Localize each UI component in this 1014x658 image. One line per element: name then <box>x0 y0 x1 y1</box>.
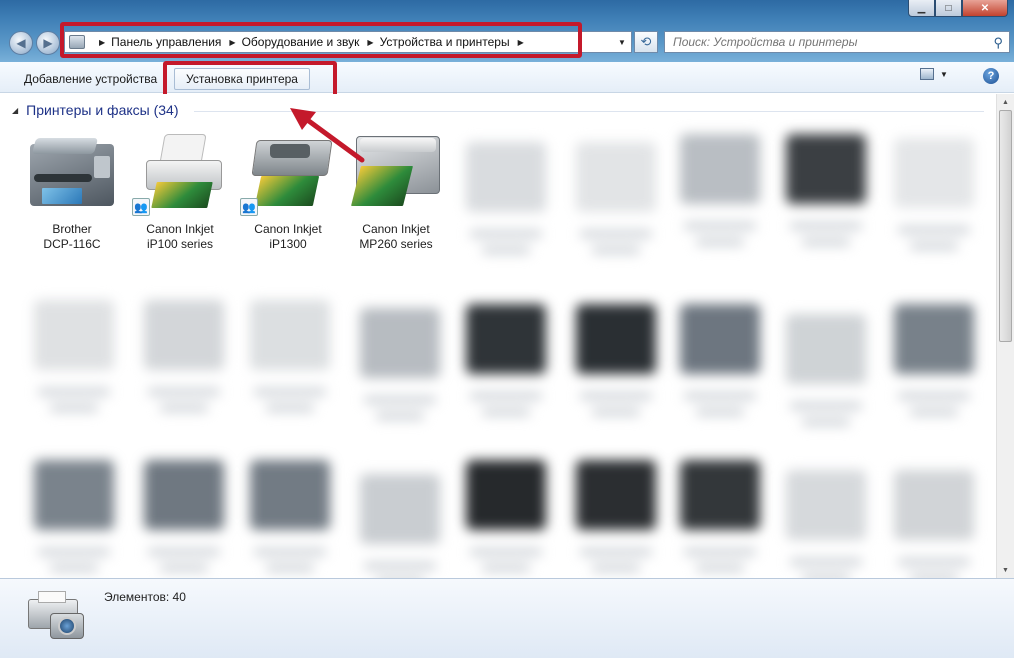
search-input[interactable] <box>673 35 983 49</box>
chevron-down-icon: ▼ <box>618 37 626 47</box>
arrow-up-icon: ▲ <box>1002 98 1009 106</box>
help-button[interactable]: ? <box>983 68 999 84</box>
items-count: Элементов: 40 <box>104 590 186 604</box>
devices-view: ◢ Принтеры и факсы (34) Brother DCP-116C… <box>0 94 996 578</box>
address-history-dropdown[interactable]: ▼ <box>615 34 629 50</box>
refresh-icon: ⟲ <box>640 34 652 49</box>
arrow-right-icon: ▶ <box>43 36 53 50</box>
printer-camera-icon <box>24 587 86 645</box>
blurred-device-area <box>0 94 996 578</box>
details-pane: Элементов: 40 <box>0 578 1014 658</box>
search-box[interactable]: ⚲ <box>664 31 1010 53</box>
forward-button[interactable]: ▶ <box>36 31 60 55</box>
vertical-scrollbar[interactable]: ▲ ▼ <box>996 94 1014 578</box>
arrow-down-icon: ▼ <box>1002 566 1009 574</box>
change-view-button[interactable]: ▼ <box>920 68 948 80</box>
close-button[interactable]: ✕ <box>962 0 1008 17</box>
annotation-arrow <box>290 108 365 163</box>
minimize-button[interactable]: ▁ <box>908 0 935 17</box>
view-icon <box>920 68 934 80</box>
add-device-button[interactable]: Добавление устройства <box>16 68 165 90</box>
arrow-left-icon: ◀ <box>16 36 26 50</box>
window-controls: ▁ □ ✕ <box>908 0 1008 18</box>
highlight-address-box <box>60 22 582 58</box>
search-icon[interactable]: ⚲ <box>993 35 1003 51</box>
command-bar: Добавление устройства Установка принтера <box>0 62 1014 93</box>
scroll-down-button[interactable]: ▼ <box>997 562 1014 578</box>
scroll-up-button[interactable]: ▲ <box>997 94 1014 110</box>
chevron-down-icon: ▼ <box>940 69 948 79</box>
maximize-button[interactable]: □ <box>935 0 962 17</box>
scrollbar-thumb[interactable] <box>999 110 1012 342</box>
back-button[interactable]: ◀ <box>9 31 33 55</box>
refresh-button[interactable]: ⟲ <box>634 31 658 53</box>
